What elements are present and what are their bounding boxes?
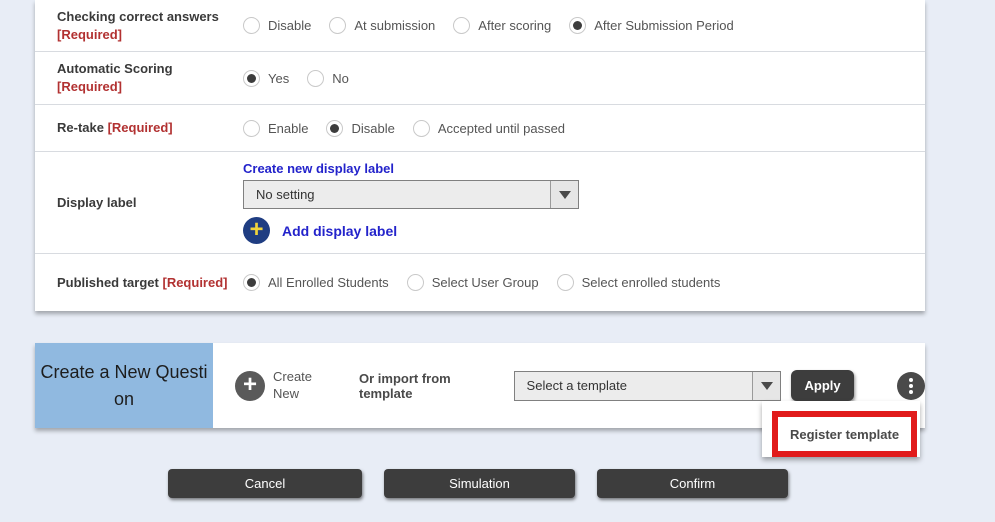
row-automatic-scoring: Automatic Scoring [Required] Yes No [35, 52, 925, 105]
row-label-retake: Re-take [Required] [35, 119, 243, 137]
radio-option[interactable]: Select User Group [407, 274, 539, 291]
radio-option-label: Disable [351, 121, 394, 136]
field-label: Re-take [57, 120, 104, 135]
exam-settings-form: Checking correct answers [Required] Disa… [35, 0, 925, 311]
radio-option-label: No [332, 71, 349, 86]
field-label: Published target [57, 275, 159, 290]
template-select-value: Select a template [515, 372, 753, 400]
row-label-automatic-scoring: Automatic Scoring [Required] [35, 60, 243, 95]
required-badge: [Required] [162, 275, 227, 290]
radio-selected-icon[interactable] [569, 17, 586, 34]
register-template-menu-item[interactable]: Register template [790, 427, 899, 442]
required-badge: [Required] [57, 79, 122, 94]
triangle-down-icon[interactable] [752, 372, 780, 400]
footer-buttons: Cancel Simulation Confirm [168, 469, 788, 498]
radio-option-label: Select enrolled students [582, 275, 721, 290]
row-checking-correct-answers: Checking correct answers [Required] Disa… [35, 0, 925, 52]
radio-option-label: At submission [354, 18, 435, 33]
radio-option[interactable]: Disable [243, 17, 311, 34]
radio-unselected-icon[interactable] [453, 17, 470, 34]
plus-icon: + [235, 371, 265, 401]
row-label-display-label: Display label [35, 194, 243, 212]
radio-unselected-icon[interactable] [413, 120, 430, 137]
radio-option[interactable]: At submission [329, 17, 435, 34]
radio-option-label: Enable [268, 121, 308, 136]
radio-unselected-icon[interactable] [329, 17, 346, 34]
radio-option-label: After scoring [478, 18, 551, 33]
published-target-radio-group: All Enrolled Students Select User Group Se… [243, 274, 925, 291]
radio-option-label: Disable [268, 18, 311, 33]
radio-option-label: Yes [268, 71, 289, 86]
add-display-label-button[interactable]: + Add display label [243, 217, 925, 244]
field-label: Automatic Scoring [57, 61, 173, 76]
radio-option[interactable]: Accepted until passed [413, 120, 565, 137]
apply-button[interactable]: Apply [791, 370, 854, 401]
radio-option-label: After Submission Period [594, 18, 733, 33]
vertical-dots-icon[interactable] [897, 372, 925, 400]
radio-unselected-icon[interactable] [243, 17, 260, 34]
section-title-create-new-question: Create a New Question [35, 343, 213, 428]
radio-unselected-icon[interactable] [243, 120, 260, 137]
plus-icon: + [243, 217, 270, 244]
row-label-published-target: Published target [Required] [35, 274, 243, 292]
radio-option[interactable]: All Enrolled Students [243, 274, 389, 291]
radio-option[interactable]: No [307, 70, 349, 87]
cancel-button[interactable]: Cancel [168, 469, 362, 498]
radio-option[interactable]: After scoring [453, 17, 551, 34]
field-label: Display label [57, 195, 136, 210]
import-from-template-label: Or import from template [359, 371, 508, 401]
template-select[interactable]: Select a template [514, 371, 782, 401]
radio-option[interactable]: Yes [243, 70, 289, 87]
radio-selected-icon[interactable] [326, 120, 343, 137]
create-new-label: Create New [273, 369, 325, 403]
radio-selected-icon[interactable] [243, 70, 260, 87]
row-retake: Re-take [Required] Enable Disable Accepted… [35, 105, 925, 152]
simulation-button[interactable]: Simulation [384, 469, 575, 498]
create-new-display-label-link[interactable]: Create new display label [243, 161, 394, 176]
radio-option[interactable]: Disable [326, 120, 394, 137]
radio-unselected-icon[interactable] [407, 274, 424, 291]
required-badge: [Required] [108, 120, 173, 135]
triangle-down-icon[interactable] [550, 181, 578, 208]
radio-option[interactable]: Select enrolled students [557, 274, 721, 291]
radio-option-label: Accepted until passed [438, 121, 565, 136]
radio-unselected-icon[interactable] [557, 274, 574, 291]
row-label-checking-correct-answers: Checking correct answers [Required] [35, 8, 243, 43]
create-new-button[interactable]: + Create New [235, 369, 325, 403]
radio-option-label: Select User Group [432, 275, 539, 290]
radio-selected-icon[interactable] [243, 274, 260, 291]
retake-radio-group: Enable Disable Accepted until passed [243, 120, 925, 137]
field-label: Checking correct answers [57, 9, 219, 24]
radio-option[interactable]: After Submission Period [569, 17, 733, 34]
required-badge: [Required] [57, 27, 122, 42]
radio-option-label: All Enrolled Students [268, 275, 389, 290]
display-label-select[interactable]: No setting [243, 180, 579, 209]
add-display-label-label: Add display label [282, 223, 397, 239]
radio-option[interactable]: Enable [243, 120, 308, 137]
display-label-select-value: No setting [244, 181, 550, 208]
radio-unselected-icon[interactable] [307, 70, 324, 87]
automatic-scoring-radio-group: Yes No [243, 70, 925, 87]
register-template-highlight-box: Register template [772, 411, 917, 457]
page: Checking correct answers [Required] Disa… [0, 0, 995, 522]
checking-correct-answers-radio-group: Disable At submission After scoring After S… [243, 17, 925, 34]
row-published-target: Published target [Required] All Enrolled… [35, 254, 925, 311]
confirm-button[interactable]: Confirm [597, 469, 788, 498]
row-display-label: Display label Create new display label N… [35, 152, 925, 254]
